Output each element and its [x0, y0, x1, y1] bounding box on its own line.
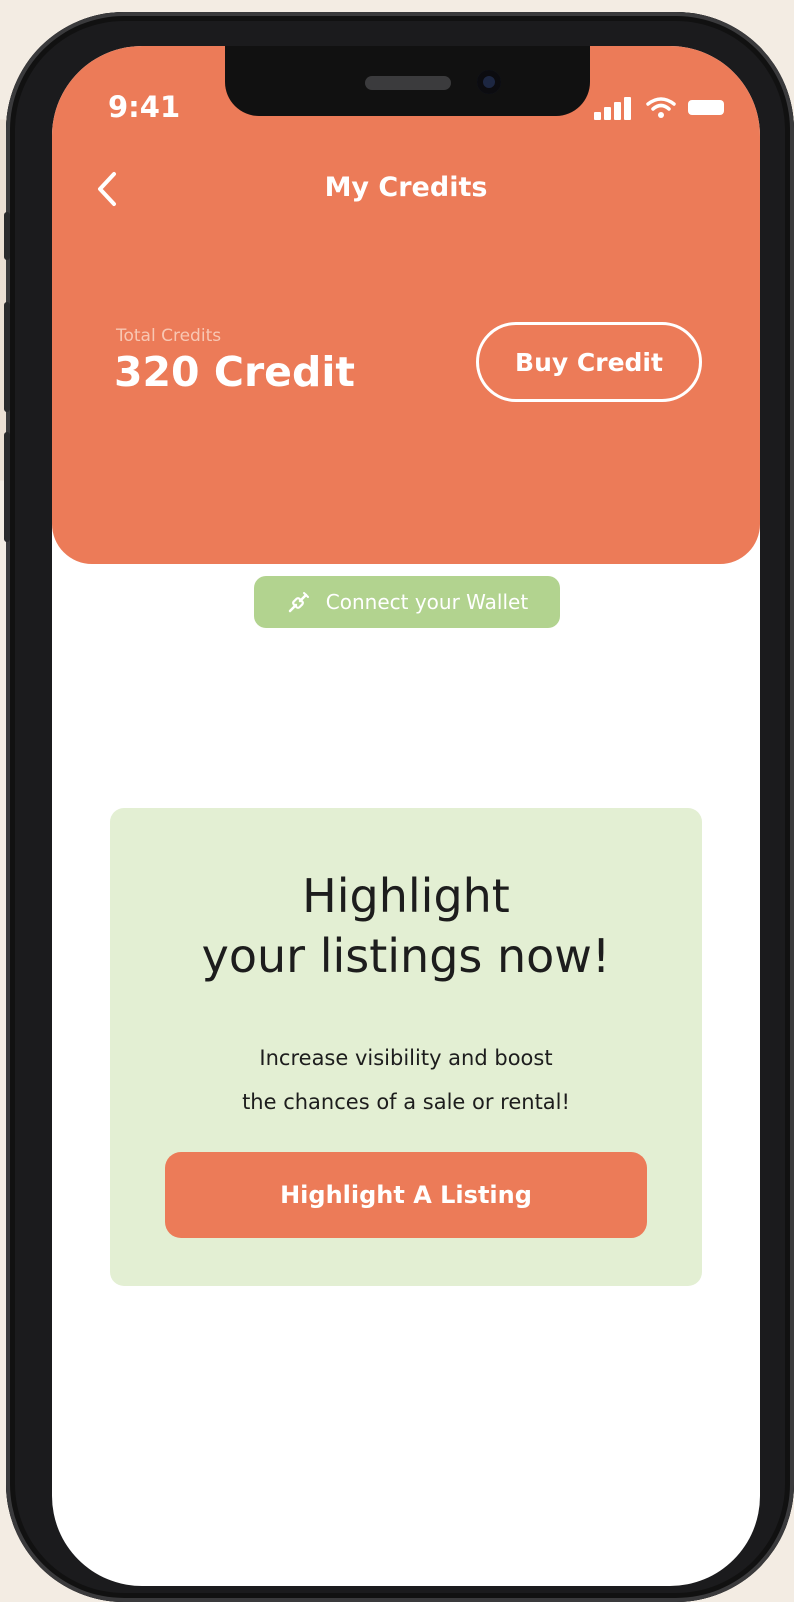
speaker-grille — [365, 76, 451, 90]
link-icon — [288, 592, 309, 613]
phone-side-button — [4, 302, 10, 412]
promo-subtitle-line-2: the chances of a sale or rental! — [242, 1090, 570, 1114]
buy-credit-button[interactable]: Buy Credit — [476, 322, 702, 402]
connect-wallet-label: Connect your Wallet — [325, 590, 529, 614]
total-credits-label: Total Credits — [116, 326, 222, 346]
phone-side-button — [4, 432, 10, 542]
wifi-icon — [646, 97, 676, 118]
status-time: 9:41 — [108, 90, 181, 124]
page-title: My Credits — [324, 172, 488, 203]
connect-wallet-button[interactable]: Connect your Wallet — [254, 576, 560, 628]
phone-frame: 9:41 My Credits Total Credits 320 Credit… — [4, 12, 794, 1602]
credits-header: 9:41 My Credits Total Credits 320 Credit… — [52, 46, 760, 564]
promo-title-line-2: your listings now! — [201, 929, 611, 983]
buy-credit-button-label: Buy Credit — [515, 347, 663, 377]
highlight-listing-button-label: Highlight A Listing — [280, 1181, 532, 1209]
promo-title-line-1: Highlight — [302, 869, 510, 923]
promo-subtitle-line-1: Increase visibility and boost — [259, 1046, 553, 1070]
total-credits-value: 320 Credit — [114, 348, 355, 396]
phone-side-button — [4, 212, 10, 260]
status-icons — [594, 96, 724, 120]
app-screen: 9:41 My Credits Total Credits 320 Credit… — [52, 46, 760, 1586]
signal-icon — [594, 96, 634, 120]
front-camera — [477, 70, 501, 94]
promo-title: Highlight your listings now! — [110, 866, 702, 986]
highlight-listing-button[interactable]: Highlight A Listing — [165, 1152, 647, 1238]
battery-icon — [688, 100, 724, 115]
promo-subtitle: Increase visibility and boost the chance… — [110, 1036, 702, 1124]
highlight-promo-card: Highlight your listings now! Increase vi… — [110, 808, 702, 1286]
phone-notch — [225, 46, 590, 116]
